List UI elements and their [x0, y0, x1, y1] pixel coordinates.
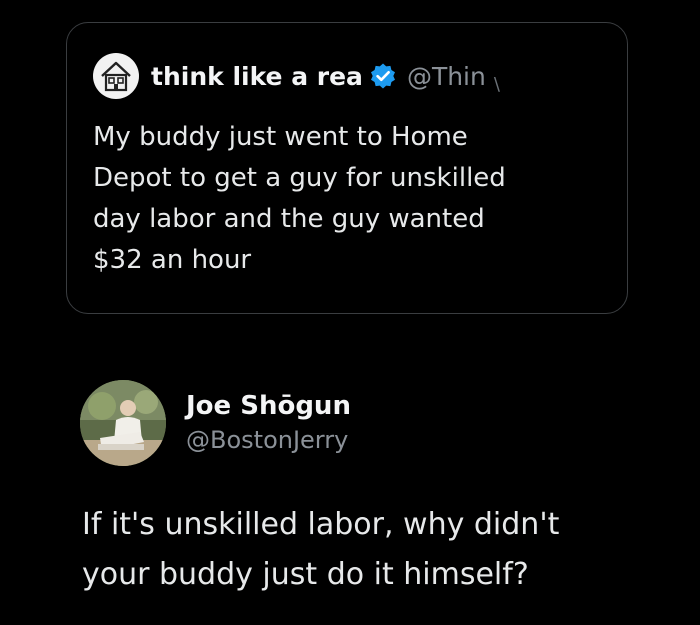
quoted-tweet-card[interactable]: think like a rea @Thin \ My buddy just w…	[66, 22, 628, 314]
reply-author: Joe Shōgun @BostonJerry	[80, 380, 351, 466]
house-logo-icon[interactable]	[93, 53, 139, 99]
truncation-mark: \	[493, 73, 500, 95]
reply-display-name[interactable]: Joe Shōgun	[186, 389, 351, 423]
reply-handle[interactable]: @BostonJerry	[186, 423, 351, 457]
reply-tweet-text: If it's unskilled labor, why didn't your…	[82, 507, 560, 592]
quoted-display-name[interactable]: think like a rea	[151, 62, 363, 91]
avatar[interactable]	[80, 380, 166, 466]
quoted-tweet-header: think like a rea @Thin \	[93, 53, 500, 99]
quoted-handle[interactable]: @Thin	[407, 62, 486, 91]
verified-badge-icon	[369, 62, 397, 90]
reply-name-block: Joe Shōgun @BostonJerry	[186, 389, 351, 457]
quoted-tweet-text: My buddy just went to Home Depot to get …	[93, 122, 506, 275]
